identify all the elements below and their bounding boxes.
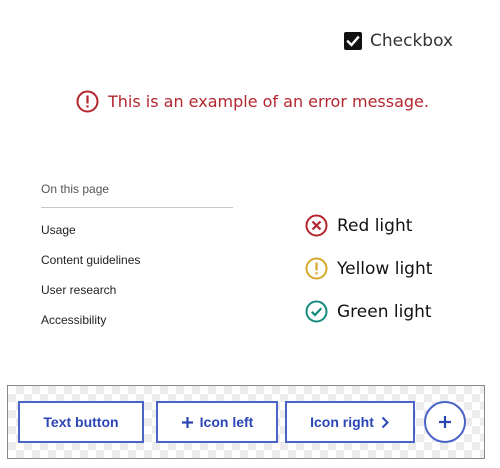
on-this-page-nav: On this page Usage Content guidelines Us… — [41, 182, 233, 335]
yellow-light-label: Yellow light — [337, 258, 433, 279]
toc-link-accessibility[interactable]: Accessibility — [41, 305, 233, 335]
plus-icon — [439, 416, 451, 428]
icon-right-button-label: Icon right — [310, 414, 374, 430]
toc-heading: On this page — [41, 182, 233, 208]
checkbox-label: Checkbox — [370, 31, 454, 51]
checkbox[interactable]: Checkbox — [344, 31, 453, 51]
error-circle-icon — [76, 90, 99, 113]
toc-list: Usage Content guidelines User research A… — [41, 215, 233, 335]
x-circle-icon — [305, 214, 328, 237]
green-light: Green light — [305, 290, 432, 333]
check-circle-icon — [305, 300, 328, 323]
toc-link-user-research[interactable]: User research — [41, 275, 233, 305]
red-light-label: Red light — [337, 215, 413, 236]
green-light-label: Green light — [337, 301, 432, 322]
button-bar: Text button Icon left Icon right — [7, 385, 485, 459]
status-lights: Red light Yellow light Green light — [305, 204, 432, 333]
toc-link-usage[interactable]: Usage — [41, 215, 233, 245]
toc-link-content-guidelines[interactable]: Content guidelines — [41, 245, 233, 275]
text-button-label: Text button — [43, 414, 119, 430]
error-text: This is an example of an error message. — [108, 92, 429, 111]
text-button[interactable]: Text button — [18, 401, 144, 443]
chevron-right-icon — [381, 416, 389, 428]
plus-icon — [181, 416, 193, 428]
checkbox-box[interactable] — [344, 32, 362, 50]
error-message: This is an example of an error message. — [76, 90, 429, 113]
yellow-light: Yellow light — [305, 247, 432, 290]
checkmark-icon — [346, 35, 360, 47]
icon-right-button[interactable]: Icon right — [285, 401, 415, 443]
exclamation-circle-icon — [305, 257, 328, 280]
add-round-button[interactable] — [424, 401, 466, 443]
red-light: Red light — [305, 204, 432, 247]
icon-left-button-label: Icon left — [199, 414, 254, 430]
icon-left-button[interactable]: Icon left — [156, 401, 278, 443]
